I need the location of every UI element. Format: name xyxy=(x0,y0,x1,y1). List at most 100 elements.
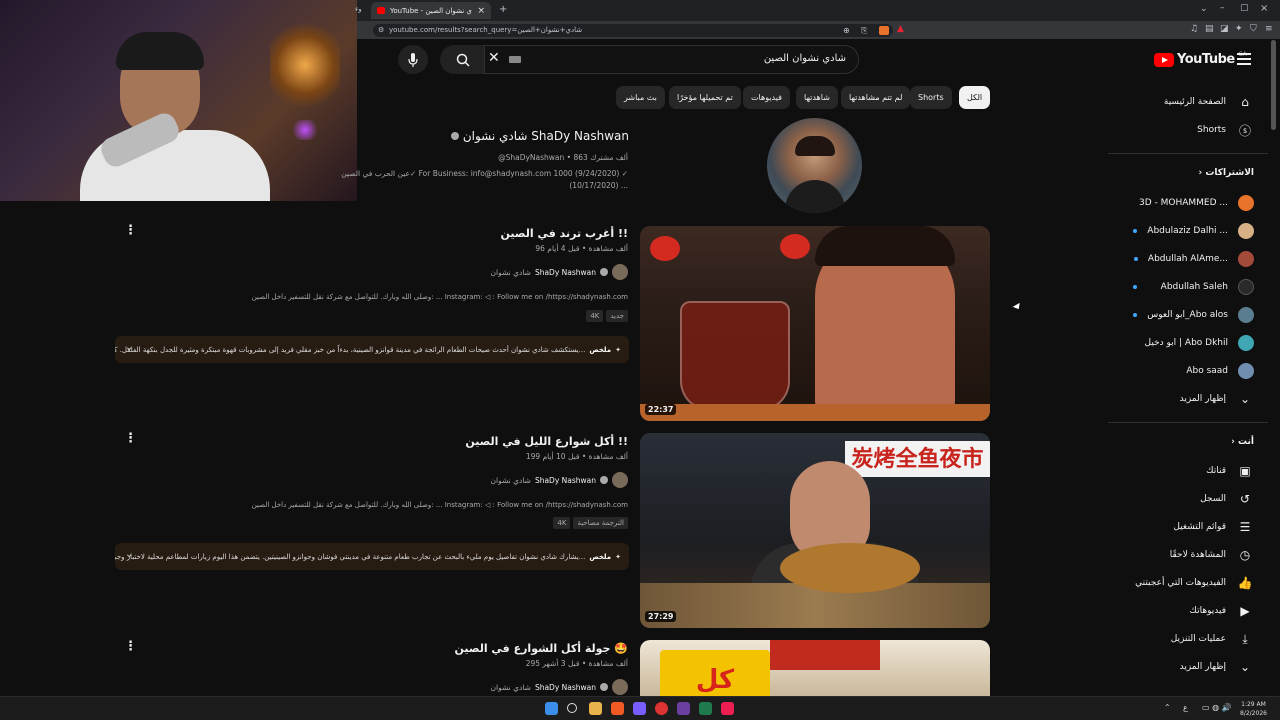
video-channel[interactable]: شادي نشوان ShaDy Nashwan xyxy=(491,679,628,695)
tiktok-icon[interactable] xyxy=(721,702,734,715)
clear-search-icon[interactable]: ✕ xyxy=(488,50,500,66)
tab-list-button[interactable]: ⌄ xyxy=(1200,4,1208,14)
nav-liked-videos[interactable]: الفيديوهات التي أعجبتني 👍 xyxy=(1108,569,1268,597)
video-channel[interactable]: شادي نشوان ShaDy Nashwan xyxy=(491,472,628,488)
chip-shorts[interactable]: Shorts xyxy=(910,86,952,109)
more-actions-icon[interactable]: ⋮ xyxy=(124,432,137,445)
chip-watched[interactable]: شاهدتها xyxy=(796,86,838,109)
tab-side-label[interactable]: وء xyxy=(355,5,362,13)
chip-all[interactable]: الكل xyxy=(959,86,991,109)
video-thumbnail[interactable]: كل شيء xyxy=(640,640,990,696)
page-scrollbar[interactable] xyxy=(1271,40,1276,130)
nav-history[interactable]: السجل ↺ xyxy=(1108,485,1268,513)
sidebar-icon[interactable]: ▤ xyxy=(1205,24,1214,34)
thumbnail-fish xyxy=(780,543,920,593)
video-thumbnail[interactable]: 22:37 xyxy=(640,226,990,421)
subscription-item[interactable]: Abdulaziz Dalhi ... xyxy=(1108,217,1268,245)
chrome-icon[interactable] xyxy=(655,702,668,715)
chip-unwatched[interactable]: لم تتم مشاهدتها xyxy=(841,86,911,109)
tray-chevron-icon[interactable]: ⌃ xyxy=(1164,703,1171,712)
voice-search-button[interactable] xyxy=(398,45,428,74)
bookmark-icon[interactable]: ◪ xyxy=(1220,24,1229,34)
minimize-button[interactable]: – xyxy=(1220,3,1225,13)
url-field[interactable]: ⚙ youtube.com/results?search_query=شادي+… xyxy=(373,24,893,37)
browser-tab[interactable]: YouTube - شادي نشوان الصين × xyxy=(371,2,491,19)
video-title[interactable]: أغرب ترند في الصين !! xyxy=(501,227,628,240)
excel-icon[interactable] xyxy=(699,702,712,715)
video-title[interactable]: أكل شوارع الليل في الصين !! xyxy=(465,435,628,448)
subscriptions-title: الاشتراكات xyxy=(1205,168,1254,178)
input-language[interactable]: ع xyxy=(1183,703,1188,712)
channel-meta: @ShaDyNashwan • 863 ألف مشترك xyxy=(498,153,628,162)
subscription-item[interactable]: Abdullah AlAme... xyxy=(1108,245,1268,273)
vpn-icon[interactable]: ⛉ xyxy=(1250,24,1257,34)
share-icon[interactable]: ⎘ xyxy=(861,24,867,37)
nav-your-videos[interactable]: فيديوهاتك ▶ xyxy=(1108,597,1268,625)
channel-name-en: ShaDy Nashwan xyxy=(534,682,596,692)
video-title[interactable]: جولة أكل الشوارع في الصين 🤩 xyxy=(454,642,628,655)
brave-icon[interactable] xyxy=(611,702,624,715)
chip-live[interactable]: بث مباشر xyxy=(616,86,665,109)
video-channel[interactable]: شادي نشوان ShaDy Nashwan xyxy=(491,264,628,280)
chip-videos[interactable]: فيديوهات xyxy=(743,86,790,109)
site-info-icon[interactable]: ⚙ xyxy=(378,24,384,37)
more-actions-icon[interactable]: ⋮ xyxy=(124,640,137,653)
verified-icon xyxy=(450,132,459,140)
premiere-icon[interactable] xyxy=(677,702,690,715)
more-actions-icon[interactable]: ⋮ xyxy=(124,224,137,237)
nav-home[interactable]: الصفحة الرئيسية ⌂ xyxy=(1108,88,1268,116)
nav-shorts[interactable]: Shorts ⓢ xyxy=(1108,116,1268,144)
subscription-item[interactable]: ابو العوس_Abo alos xyxy=(1108,301,1268,329)
start-icon[interactable] xyxy=(545,702,558,715)
video-meta: 96 ألف مشاهدة • قبل 4 أيام xyxy=(535,244,628,253)
nav-watch-later[interactable]: المشاهدة لاحقًا ◷ xyxy=(1108,541,1268,569)
hamburger-menu-icon[interactable] xyxy=(1237,53,1251,65)
ai-summary[interactable]: ⌄ يستكشف شادي نشوان أحدث صيحات الطعام ال… xyxy=(115,336,629,363)
subscription-item[interactable]: Abo saad xyxy=(1108,357,1268,385)
video-meta: 295 ألف مشاهدة • قبل 3 أشهر xyxy=(525,659,628,668)
subscription-item[interactable]: Abdullah Saleh xyxy=(1108,273,1268,301)
extensions-icon[interactable]: ✦ xyxy=(1235,24,1243,34)
taskbar-clock[interactable]: 1:29 AM 8/2/2026 xyxy=(1240,700,1267,718)
show-more-you[interactable]: إظهار المزيد ⌄ xyxy=(1108,653,1268,681)
chevron-down-icon[interactable]: ⌄ xyxy=(125,342,133,353)
maximize-button[interactable]: ▢ xyxy=(1240,3,1249,13)
search-input[interactable]: ✕ شادي نشوان الصين xyxy=(484,45,859,74)
brave-shield-icon[interactable] xyxy=(879,26,889,35)
channel-name[interactable]: شادي نشوان ShaDy Nashwan xyxy=(450,129,629,143)
chevron-down-icon[interactable]: ⌄ xyxy=(125,549,133,560)
ai-summary[interactable]: ⌄ يشارك شادي نشوان تفاصيل يوم مليء بالبح… xyxy=(115,543,629,570)
search-button[interactable] xyxy=(440,45,485,74)
you-heading[interactable]: › أنت xyxy=(1108,437,1268,447)
menu-icon[interactable]: ≡ xyxy=(1265,24,1273,34)
close-window-button[interactable]: × xyxy=(1260,3,1268,14)
taskbar-search-icon[interactable] xyxy=(567,703,577,713)
keyboard-icon[interactable] xyxy=(509,56,521,63)
nav-your-channel[interactable]: قناتك ▣ xyxy=(1108,457,1268,485)
zoom-icon[interactable]: ⊕ xyxy=(843,24,850,37)
subscription-item[interactable]: ابو دخيل | Abo Dkhil xyxy=(1108,329,1268,357)
video-thumbnail[interactable]: 炭烤全鱼夜市 27:29 xyxy=(640,433,990,628)
file-explorer-icon[interactable] xyxy=(589,702,602,715)
brave-rewards-icon[interactable]: ▲ xyxy=(897,24,904,34)
nav-playlists[interactable]: قوائم التشغيل ☰ xyxy=(1108,513,1268,541)
avatar-body xyxy=(785,180,845,213)
tray-icons[interactable]: ▭ ◍ 🔊 xyxy=(1202,703,1232,712)
nav-label: قوائم التشغيل xyxy=(1173,522,1226,532)
new-tab-button[interactable]: + xyxy=(499,4,507,15)
tab-close-icon[interactable]: × xyxy=(477,6,485,16)
show-more-subscriptions[interactable]: إظهار المزيد ⌄ xyxy=(1108,385,1268,413)
url-text: youtube.com/results?search_query=شادي+نش… xyxy=(389,26,583,34)
youtube-logo[interactable]: YouTube SA xyxy=(1154,51,1247,67)
download-icon: ⤓ xyxy=(1242,631,1248,646)
music-icon[interactable]: ♫ xyxy=(1190,24,1198,34)
nav-downloads[interactable]: عمليات التنزيل ⤓ xyxy=(1108,625,1268,653)
summary-label: ملخص xyxy=(589,345,612,354)
app-icon[interactable] xyxy=(633,702,646,715)
chip-recently-uploaded[interactable]: تم تحميلها مؤخرًا xyxy=(669,86,741,109)
subscriptions-heading[interactable]: › الاشتراكات xyxy=(1108,168,1268,178)
channel-avatar[interactable] xyxy=(767,118,862,213)
nav-label: فيديوهاتك xyxy=(1189,606,1226,616)
subscription-item[interactable]: 3D - MOHAMMED ... xyxy=(1108,189,1268,217)
show-more-label: إظهار المزيد xyxy=(1179,394,1226,404)
